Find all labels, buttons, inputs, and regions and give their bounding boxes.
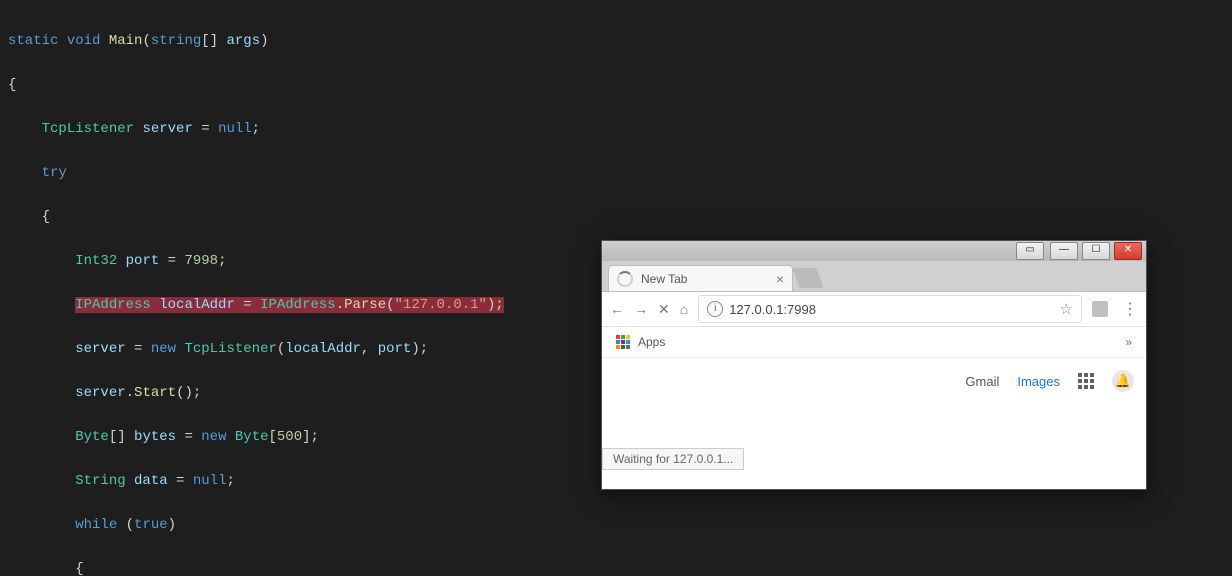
browser-tabbar: New Tab × bbox=[602, 261, 1146, 292]
gmail-link[interactable]: Gmail bbox=[965, 374, 999, 389]
tab-title: New Tab bbox=[641, 272, 687, 286]
url-text: 127.0.0.1:7998 bbox=[729, 302, 816, 317]
address-bar[interactable]: i 127.0.0.1:7998 ☆ bbox=[698, 295, 1082, 323]
code-line: try bbox=[0, 162, 1232, 184]
code-line: while (true) bbox=[0, 514, 1232, 536]
google-apps-icon[interactable] bbox=[1078, 373, 1094, 389]
browser-window[interactable]: ▭ — ☐ ✕ New Tab × ← → ✕ ⌂ i 127.0.0.1:79… bbox=[601, 240, 1147, 490]
images-link[interactable]: Images bbox=[1017, 374, 1060, 389]
bookmarks-bar: Apps » bbox=[602, 327, 1146, 358]
code-line: static void Main(string[] args) bbox=[0, 30, 1232, 52]
loading-spinner-icon bbox=[617, 271, 633, 287]
bookmarks-overflow-button[interactable]: » bbox=[1125, 335, 1132, 349]
stop-button[interactable]: ✕ bbox=[658, 301, 670, 318]
apps-grid-icon[interactable] bbox=[616, 335, 630, 349]
notifications-icon[interactable]: 🔔 bbox=[1112, 370, 1134, 392]
code-line: { bbox=[0, 206, 1232, 228]
code-line: { bbox=[0, 558, 1232, 576]
back-button[interactable]: ← bbox=[610, 301, 624, 317]
window-titlebar[interactable]: ▭ — ☐ ✕ bbox=[602, 241, 1146, 261]
new-tab-button[interactable] bbox=[792, 268, 823, 288]
browser-menu-button[interactable]: ⋮ bbox=[1122, 299, 1138, 319]
forward-button[interactable]: → bbox=[634, 301, 648, 317]
apps-label[interactable]: Apps bbox=[638, 335, 665, 349]
window-detach-button[interactable]: ▭ bbox=[1016, 242, 1044, 260]
extension-icon[interactable] bbox=[1092, 301, 1108, 317]
code-line: TcpListener server = null; bbox=[0, 118, 1232, 140]
browser-nav-row: ← → ✕ ⌂ i 127.0.0.1:7998 ☆ ⋮ bbox=[602, 292, 1146, 327]
code-line: { bbox=[0, 74, 1232, 96]
home-button[interactable]: ⌂ bbox=[680, 301, 688, 317]
browser-tab[interactable]: New Tab × bbox=[608, 265, 793, 291]
page-top-links: Gmail Images 🔔 bbox=[965, 370, 1134, 392]
site-info-icon[interactable]: i bbox=[707, 301, 723, 317]
window-minimize-button[interactable]: — bbox=[1050, 242, 1078, 260]
browser-status-text: Waiting for 127.0.0.1... bbox=[602, 448, 744, 470]
browser-content: Gmail Images 🔔 Waiting for 127.0.0.1... bbox=[602, 358, 1146, 470]
bookmark-star-icon[interactable]: ☆ bbox=[1060, 300, 1073, 318]
window-maximize-button[interactable]: ☐ bbox=[1082, 242, 1110, 260]
window-close-button[interactable]: ✕ bbox=[1114, 242, 1142, 260]
tab-close-button[interactable]: × bbox=[776, 271, 784, 287]
